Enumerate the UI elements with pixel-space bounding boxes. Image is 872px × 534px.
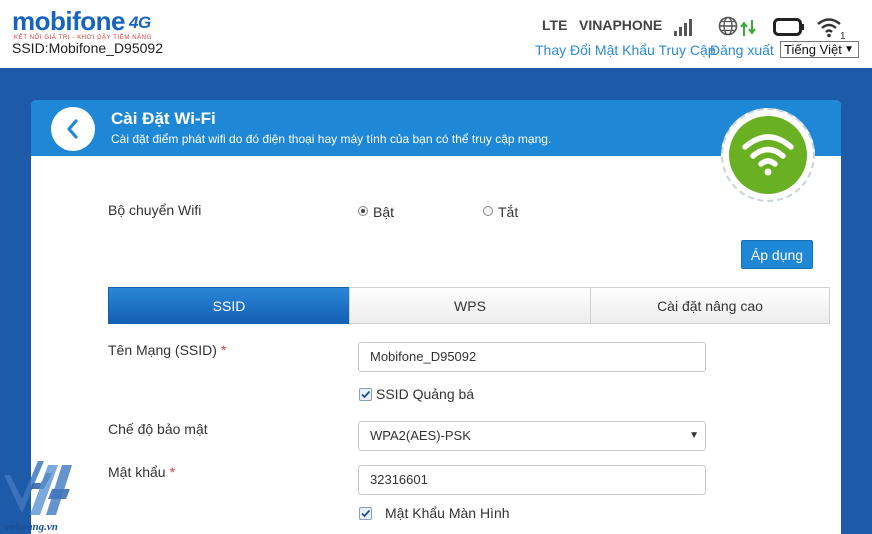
wifi-badge xyxy=(721,108,815,202)
ssid-broadcast-checkbox[interactable] xyxy=(359,388,372,401)
show-password-checkbox[interactable] xyxy=(359,507,372,520)
wifi-off-radio[interactable] xyxy=(483,206,493,216)
security-mode-label: Chế độ bảo mật xyxy=(108,421,208,437)
watermark-text: vohoang.vn xyxy=(5,521,58,533)
wifi-clients-icon: 1 xyxy=(817,18,846,40)
signal-icon xyxy=(674,19,692,36)
tab-wps[interactable]: WPS xyxy=(349,287,591,324)
settings-tabs: SSID WPS Cài đặt nâng cao xyxy=(108,287,830,324)
page-subtitle: Cài đặt điểm phát wifi do đó điện thoại … xyxy=(111,132,552,146)
apply-button[interactable]: Áp dụng xyxy=(741,240,813,269)
show-password-label: Mật Khẩu Màn Hình xyxy=(385,505,510,521)
wifi-off-label[interactable]: Tắt xyxy=(498,204,518,220)
wifi-settings-card: Cài Đặt Wi-Fi Cài đặt điểm phát wifi do … xyxy=(31,100,841,534)
mobifone-logo: mobifone 4G KẾT NỐI GIÁ TRỊ - KHƠI DẬY TI… xyxy=(12,8,152,41)
change-password-link[interactable]: Thay Đổi Mật Khẩu Truy Cập xyxy=(535,42,716,58)
password-label: Mật khẩu * xyxy=(108,464,176,480)
network-type: LTE xyxy=(542,17,568,33)
back-button[interactable] xyxy=(51,107,95,151)
wifi-on-radio[interactable] xyxy=(358,206,368,216)
required-mark: * xyxy=(169,464,176,480)
security-mode-value: WPA2(AES)-PSK xyxy=(370,428,471,443)
wifi-icon xyxy=(742,134,794,176)
globe-icon xyxy=(718,16,738,36)
ssid-name-label: Tên Mạng (SSID) * xyxy=(108,342,227,358)
tab-ssid[interactable]: SSID xyxy=(108,287,350,324)
card-header: Cài Đặt Wi-Fi Cài đặt điểm phát wifi do … xyxy=(31,100,841,156)
wifi-on-label[interactable]: Bật xyxy=(373,204,394,220)
password-input[interactable]: 32316601 xyxy=(358,465,706,495)
chevron-down-icon: ▼ xyxy=(844,44,854,55)
operator-name: VINAPHONE xyxy=(579,17,663,33)
language-select[interactable]: Tiếng Việt ▼ xyxy=(780,41,859,58)
checkmark-icon xyxy=(361,390,371,399)
checkmark-icon xyxy=(361,509,371,518)
top-header: mobifone 4G KẾT NỐI GIÁ TRỊ - KHƠI DẬY TI… xyxy=(0,0,872,68)
required-mark: * xyxy=(220,342,227,358)
wifi-clients-count: 1 xyxy=(840,31,846,40)
chevron-left-icon xyxy=(67,119,78,139)
ssid-broadcast-label: SSID Quảng bá xyxy=(376,386,475,402)
chevron-down-icon: ▼ xyxy=(689,430,699,441)
logo-text: mobifone xyxy=(12,6,126,36)
ssid-name-input[interactable]: Mobifone_D95092 xyxy=(358,342,706,372)
ssid-status-text: SSID:Mobifone_D95092 xyxy=(12,40,163,56)
wifi-switch-label: Bộ chuyển Wifi xyxy=(108,202,202,218)
logo-4g: 4G xyxy=(129,13,151,32)
logout-link[interactable]: Đăng xuất xyxy=(710,42,774,58)
data-transfer-icon xyxy=(740,20,756,36)
page-title: Cài Đặt Wi-Fi xyxy=(111,109,216,128)
tab-advanced[interactable]: Cài đặt nâng cao xyxy=(590,287,830,324)
battery-icon xyxy=(773,18,804,36)
security-mode-select[interactable]: WPA2(AES)-PSK ▼ xyxy=(358,421,706,451)
language-value: Tiếng Việt xyxy=(784,42,842,57)
